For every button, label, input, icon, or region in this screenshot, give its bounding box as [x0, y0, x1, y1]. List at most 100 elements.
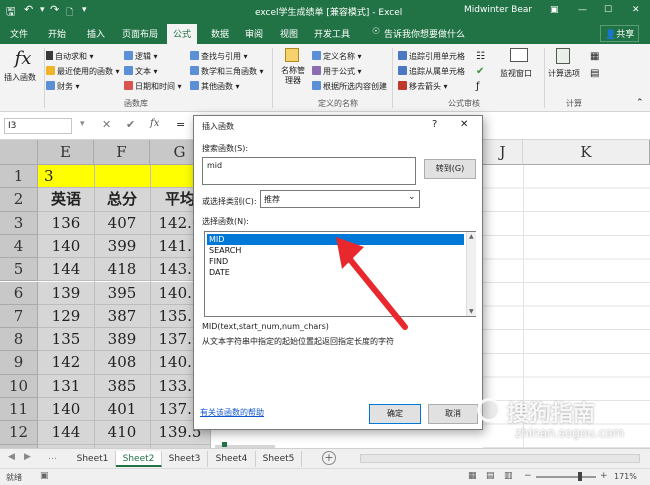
undo-dropdown-icon[interactable]: ▾ — [40, 5, 45, 15]
horizontal-scrollbar[interactable] — [360, 454, 640, 463]
data-cell[interactable]: 144 — [38, 258, 94, 281]
logical-button[interactable]: 逻辑 ▾ — [124, 51, 158, 62]
scroll-down-icon[interactable]: ▼ — [469, 308, 474, 315]
remove-arrows-button[interactable]: 移去箭头 ▾ — [398, 81, 448, 92]
autosum-button[interactable]: 自动求和 ▾ — [46, 51, 94, 62]
zoom-slider-thumb[interactable] — [578, 472, 582, 481]
ribbon-options-icon[interactable]: ▣ — [550, 5, 559, 15]
function-help-link[interactable]: 有关该函数的帮助 — [200, 407, 264, 418]
normal-view-icon[interactable]: ▦ — [468, 471, 477, 481]
row-header[interactable]: 1 — [0, 165, 38, 189]
header-cell[interactable]: 总分 — [94, 188, 150, 211]
lookup-reference-button[interactable]: 查找与引用 ▾ — [190, 51, 248, 62]
row-header[interactable]: 5 — [0, 258, 38, 282]
name-box[interactable]: I3 — [4, 118, 72, 134]
undo-icon[interactable]: ↶ — [24, 3, 33, 16]
sheet-scroll-right-icon[interactable]: ▶ — [24, 452, 31, 462]
tab-formulas[interactable]: 公式 — [167, 24, 198, 44]
data-cell[interactable]: 410 — [94, 421, 150, 444]
row-header[interactable]: 4 — [0, 234, 38, 259]
select-all-corner[interactable] — [0, 140, 38, 165]
collapse-ribbon-icon[interactable]: ⌃ — [636, 98, 644, 108]
more-functions-button[interactable]: 其他函数 ▾ — [190, 81, 240, 92]
recent-functions-button[interactable]: 最近使用的函数 ▾ — [46, 66, 120, 77]
maximize-icon[interactable]: ☐ — [604, 5, 612, 15]
zoom-slider[interactable] — [536, 476, 596, 478]
tell-me-search[interactable]: 告诉我你想要做什么 — [384, 27, 465, 40]
define-name-button[interactable]: 定义名称 ▾ — [312, 51, 362, 62]
add-sheet-icon[interactable]: + — [322, 451, 336, 465]
name-box-dropdown-icon[interactable]: ▾ — [80, 119, 85, 129]
sheet-more-icon[interactable]: … — [48, 452, 57, 462]
tab-insert[interactable]: 插入 — [87, 27, 105, 40]
insert-function-button[interactable]: 插入函数 — [4, 72, 36, 83]
tab-data[interactable]: 数据 — [211, 27, 229, 40]
row-header[interactable]: 10 — [0, 374, 38, 398]
sheet-tab-sheet1[interactable]: Sheet1 — [70, 451, 116, 467]
tab-developer[interactable]: 开发工具 — [314, 27, 350, 40]
sheet-tab-sheet5[interactable]: Sheet5 — [256, 451, 302, 467]
tab-view[interactable]: 视图 — [280, 27, 298, 40]
math-trig-button[interactable]: 数学和三角函数 ▾ — [190, 66, 264, 77]
data-cell[interactable]: 140 — [38, 398, 94, 421]
calc-options-button[interactable]: 计算选项 — [548, 68, 580, 79]
cell-e1[interactable]: 3 — [44, 165, 84, 188]
text-button[interactable]: 文本 ▾ — [124, 66, 158, 77]
scroll-up-icon[interactable]: ▲ — [469, 233, 474, 240]
evaluate-formula-icon[interactable]: ƒ — [476, 81, 480, 92]
sheet-tab-sheet4[interactable]: Sheet4 — [208, 451, 256, 467]
save-icon[interactable]: 🖫 — [6, 3, 15, 22]
close-window-icon[interactable]: ✕ — [632, 5, 640, 15]
row-header[interactable]: 12 — [0, 421, 38, 445]
zoom-in-icon[interactable]: + — [600, 471, 608, 481]
data-cell[interactable]: 136 — [38, 212, 94, 235]
insert-function-fx-icon[interactable]: fx — [150, 118, 159, 129]
trace-precedents-button[interactable]: 追踪引用单元格 — [398, 51, 465, 62]
data-cell[interactable]: 144 — [38, 421, 94, 444]
column-header-e[interactable]: E — [38, 140, 94, 165]
data-cell[interactable]: 131 — [38, 375, 94, 398]
search-function-input[interactable]: mid — [202, 157, 416, 185]
redo-icon[interactable]: ↷ — [50, 3, 59, 16]
fill-handle[interactable] — [222, 441, 227, 447]
row-header[interactable]: 9 — [0, 351, 38, 375]
category-select[interactable]: 推荐 — [260, 190, 420, 208]
new-doc-icon[interactable]: 🗋 — [66, 5, 73, 21]
zoom-level[interactable]: 171% — [614, 472, 637, 481]
cancel-button[interactable]: 取消 — [428, 404, 478, 424]
header-cell[interactable]: 英语 — [38, 188, 94, 211]
sheet-tab-sheet3[interactable]: Sheet3 — [162, 451, 208, 467]
calc-sheet-icon[interactable]: ▤ — [590, 68, 599, 79]
error-check-icon[interactable]: ✔ — [476, 66, 484, 77]
data-cell[interactable]: 139 — [38, 282, 94, 305]
formula-input[interactable]: = — [176, 118, 185, 131]
ok-button[interactable]: 确定 — [369, 404, 421, 424]
calc-now-icon[interactable]: ▦ — [590, 51, 599, 62]
financial-button[interactable]: 财务 ▾ — [46, 81, 80, 92]
data-cell[interactable]: 401 — [94, 398, 150, 421]
go-button[interactable]: 转到(G) — [424, 159, 476, 179]
page-break-view-icon[interactable]: ▥ — [504, 471, 513, 481]
data-cell[interactable]: 418 — [94, 258, 150, 281]
minimize-icon[interactable]: — — [578, 5, 587, 15]
cancel-entry-icon[interactable]: ✕ — [102, 118, 111, 131]
name-manager-button[interactable]: 名称管理器 — [278, 66, 308, 86]
sheet-tab-sheet2[interactable]: Sheet2 — [116, 451, 162, 467]
quick-access-dropdown-icon[interactable]: ▾ — [82, 5, 87, 15]
macro-record-icon[interactable]: ▣ — [40, 471, 49, 481]
dialog-help-button[interactable]: ? — [432, 119, 437, 130]
function-list-scrollbar[interactable]: ▲ ▼ — [466, 232, 476, 316]
show-formulas-icon[interactable]: ☷ — [476, 51, 485, 62]
row-header[interactable]: 8 — [0, 328, 38, 352]
data-cell[interactable]: 142 — [38, 351, 94, 374]
data-cell[interactable]: 387 — [94, 305, 150, 328]
row-header[interactable]: 7 — [0, 304, 38, 329]
share-button[interactable]: 👤共享 — [600, 25, 640, 42]
trace-dependents-button[interactable]: 追踪从属单元格 — [398, 66, 465, 77]
user-name[interactable]: Midwinter Bear — [464, 5, 532, 15]
data-cell[interactable]: 389 — [94, 328, 150, 351]
data-cell[interactable]: 407 — [94, 212, 150, 235]
data-cell[interactable]: 135 — [38, 328, 94, 351]
dialog-close-button[interactable]: ✕ — [460, 119, 468, 130]
tab-review[interactable]: 审阅 — [245, 27, 263, 40]
